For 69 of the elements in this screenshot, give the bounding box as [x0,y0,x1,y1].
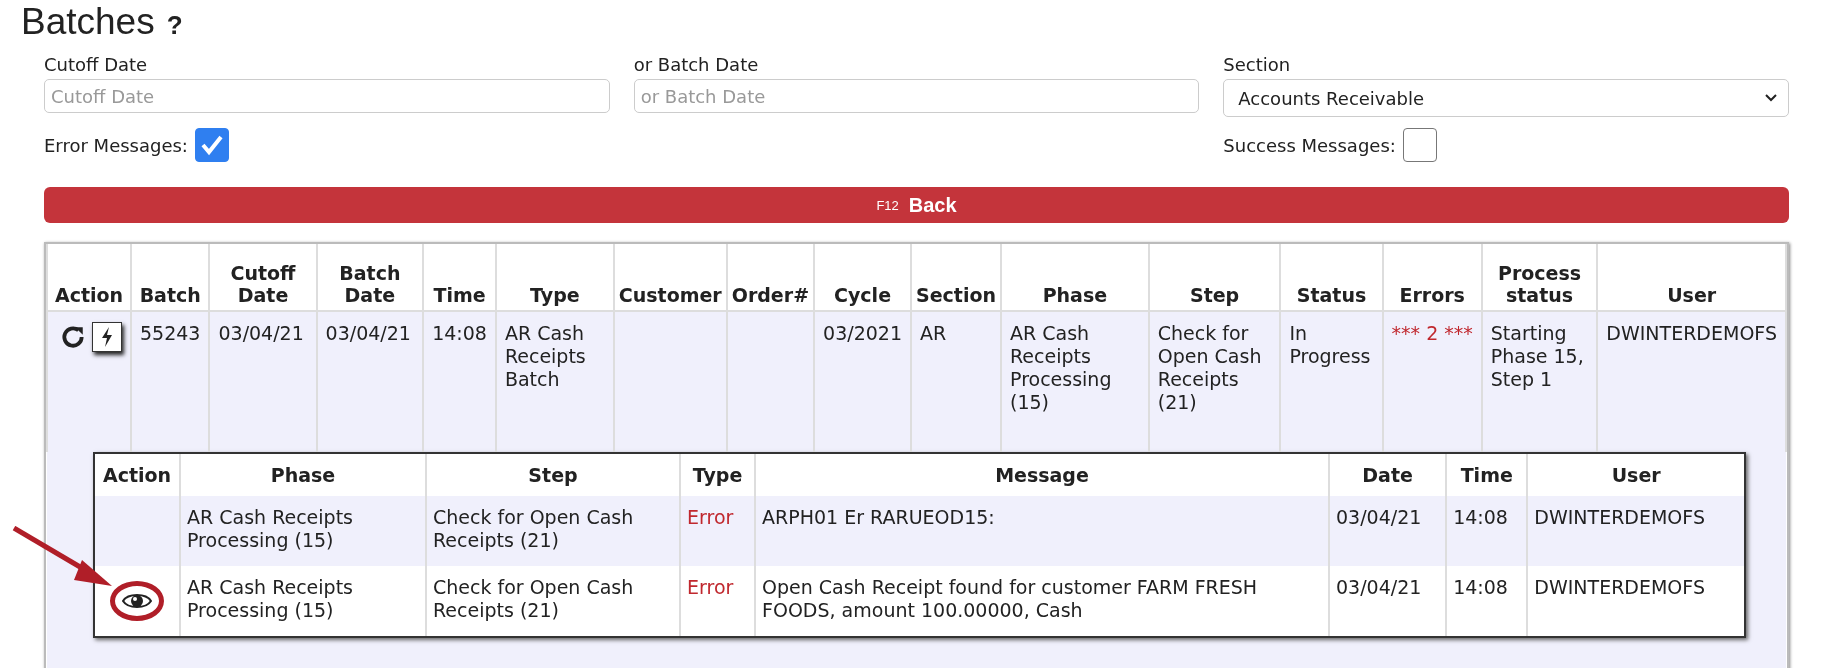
column-header: Process status [1481,244,1598,311]
table-cell: Error [687,576,734,598]
table-cell: Open Cash Receipt found for customer FARM FRESH FOODS, amount 100.00000, Cash [762,576,1258,621]
chevron-down-icon [1764,93,1778,103]
section-select[interactable]: Accounts Receivable [1223,79,1789,117]
column-header: Cutoff Date [209,244,317,311]
checkbox-label: Success Messages: [1223,134,1396,156]
table-cell: *** 2 *** [1391,322,1473,344]
input-field[interactable]: or Batch Date [633,79,1200,113]
table-cell: DWINTERDEMOFS [1534,576,1705,598]
column-header: Action [47,244,131,311]
table-cell: ARPH01 Er RARUEOD15: [762,506,995,528]
column-header: Batch [131,244,210,311]
page-title: Batches [21,0,155,44]
checkbox[interactable] [1402,128,1437,162]
column-header: Time [1446,454,1528,496]
back-button[interactable]: F12 Back [44,187,1789,223]
table-cell: AR Cash Receipts Processing (15) [1010,322,1112,413]
table-cell: 14:08 [432,322,487,344]
column-header: Message [755,454,1329,496]
table-cell: 03/2021 [823,322,902,344]
column-header: Date [1329,454,1447,496]
table-cell: 03/04/21 [325,322,411,344]
help-icon[interactable]: ? [166,10,183,41]
table-cell: AR Cash Receipts Batch [504,322,586,390]
column-header: Batch Date [316,244,424,311]
column-header: Phase [1001,244,1149,311]
column-header: Section [911,244,1001,311]
column-header: User [1527,454,1744,496]
table-cell: In Progress [1289,322,1371,367]
column-header: Step [1148,244,1281,311]
table-cell: Check for Open Cash Receipts (21) [433,506,634,551]
checkbox-label: Error Messages: [44,134,188,156]
table-cell: DWINTERDEMOFS [1534,506,1705,528]
table-cell: AR Cash Receipts Processing (15) [187,576,353,621]
table-cell: Check for Open Cash Receipts (21) [1157,322,1262,413]
table-cell: DWINTERDEMOFS [1606,322,1777,344]
field-label: Section [1223,54,1292,76]
column-header: Time [423,244,496,311]
column-header: Status [1280,244,1383,311]
column-header: Step [426,454,680,496]
column-header: Customer [613,244,727,311]
column-header: Type [495,244,614,311]
table-cell: 14:08 [1453,576,1508,598]
column-header: Errors [1382,244,1482,311]
column-header: Type [680,454,755,496]
table-cell: Check for Open Cash Receipts (21) [433,576,634,621]
column-header: Cycle [814,244,911,311]
input-field[interactable]: Cutoff Date [44,79,610,113]
column-header: Action [95,454,180,496]
column-header: Phase [180,454,426,496]
table-cell: 14:08 [1453,506,1508,528]
table-cell: 03/04/21 [218,322,304,344]
column-header: Order# [726,244,815,311]
table-cell: 03/04/21 [1336,506,1422,528]
field-label: Cutoff Date [44,54,149,76]
table-cell: Starting Phase 15, Step 1 [1490,322,1584,390]
table-cell: AR Cash Receipts Processing (15) [187,506,353,551]
field-label: or Batch Date [633,54,760,76]
table-cell: Error [687,506,734,528]
eye-icon[interactable] [122,591,152,611]
table-cell: AR [920,322,947,344]
column-header: User [1597,244,1786,311]
lightning-icon [100,326,114,348]
checkbox[interactable] [194,128,229,162]
lightning-button[interactable] [92,322,122,352]
refresh-icon[interactable] [60,324,86,350]
table-cell: 03/04/21 [1336,576,1422,598]
table-cell: 55243 [140,322,201,344]
